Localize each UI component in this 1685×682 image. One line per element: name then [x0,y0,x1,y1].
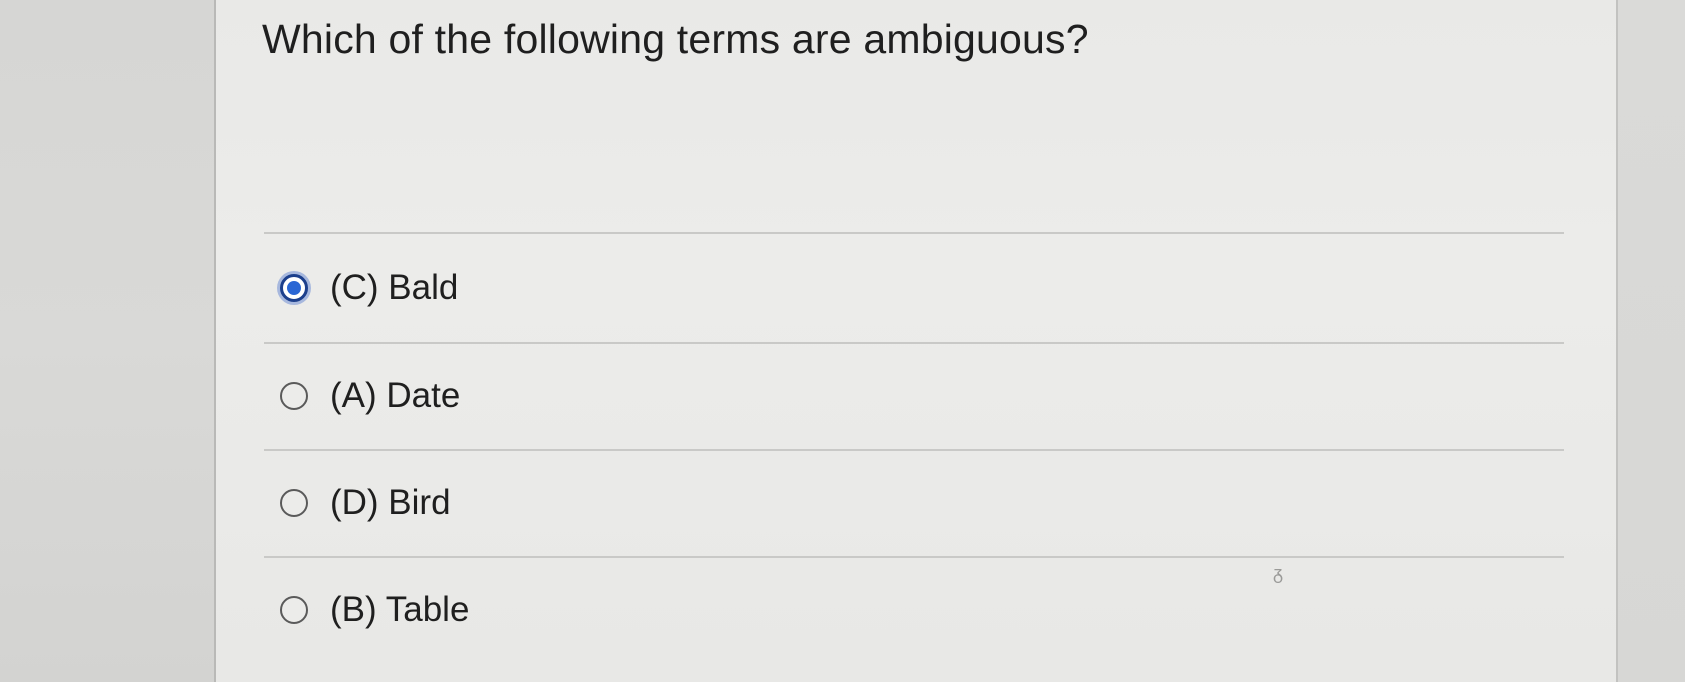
option-b-table[interactable]: (B) Table [280,585,469,635]
radio-unselected-icon[interactable] [280,596,308,624]
radio-unselected-icon[interactable] [280,382,308,410]
option-label: (C) Bald [330,268,459,307]
question-panel [214,0,1618,682]
screen-speck: ᵹ [1273,563,1284,583]
divider-top [264,232,1564,234]
option-label: (A) Date [330,376,461,415]
divider [264,342,1564,344]
divider [264,449,1564,451]
option-c-bald[interactable]: (C) Bald [280,263,458,313]
screen: Which of the following terms are ambiguo… [0,0,1685,682]
option-label: (B) Table [330,590,470,629]
radio-selected-icon[interactable] [280,274,308,302]
option-d-bird[interactable]: (D) Bird [280,478,451,528]
left-gutter [0,0,214,682]
question-text: Which of the following terms are ambiguo… [262,16,1089,62]
option-a-date[interactable]: (A) Date [280,371,460,421]
radio-unselected-icon[interactable] [280,489,308,517]
option-label: (D) Bird [330,483,451,522]
radio-dot-icon [287,281,301,295]
right-gutter [1618,0,1685,682]
divider [264,556,1564,558]
